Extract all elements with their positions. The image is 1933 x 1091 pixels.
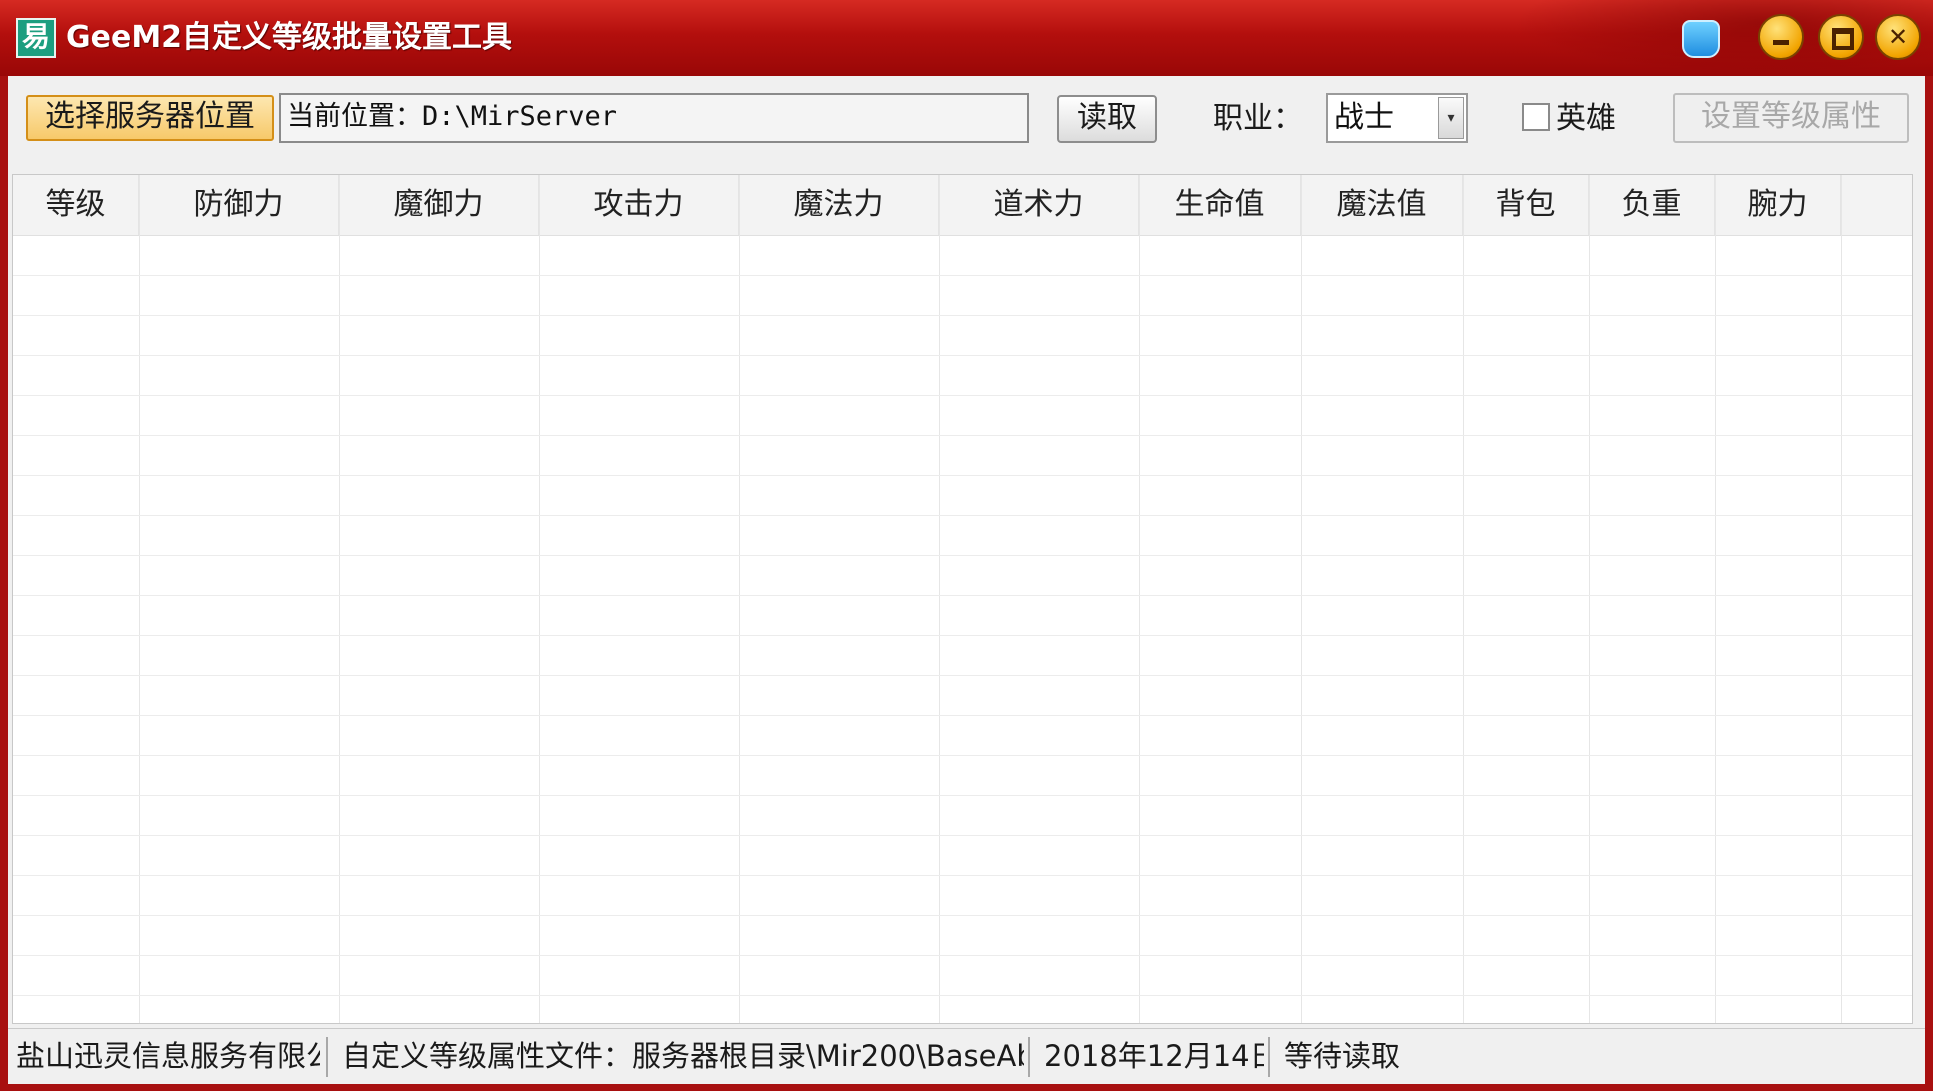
grid-column-line — [939, 175, 940, 1023]
select-server-location-button[interactable]: 选择服务器位置 — [26, 95, 274, 141]
window-title: GeeM2自定义等级批量设置工具 — [66, 20, 513, 55]
grid-row-line — [13, 795, 1912, 796]
grid-column-line — [1301, 175, 1302, 1023]
grid-column-line — [1841, 175, 1842, 1023]
status-file-info: 自定义等级属性文件：服务器根目录\Mir200\BaseAbil.ini — [342, 1039, 1024, 1073]
main-window: 易 GeeM2自定义等级批量设置工具 选择服务器位置 当前位置：D:\MirSe… — [0, 0, 1933, 1091]
column-header[interactable]: 负重 — [1589, 175, 1715, 235]
grid-header-row: 等级 防御力 魔御力 攻击力 魔法力 道术力 生命值 魔法值 背包 负重 腕力 — [13, 175, 1912, 236]
column-header[interactable]: 魔御力 — [339, 175, 539, 235]
column-header[interactable]: 道术力 — [939, 175, 1139, 235]
grid-body: 等级 防御力 魔御力 攻击力 魔法力 道术力 生命值 魔法值 背包 负重 腕力 — [13, 175, 1912, 1023]
job-select-value: 战士 — [1334, 100, 1394, 135]
skin-icon[interactable] — [1682, 20, 1720, 58]
grid-row-line — [13, 915, 1912, 916]
grid-row-line — [13, 675, 1912, 676]
grid-column-line — [1589, 175, 1590, 1023]
grid-row-line — [13, 755, 1912, 756]
title-bar[interactable]: 易 GeeM2自定义等级批量设置工具 — [0, 0, 1933, 76]
grid-row-line — [13, 835, 1912, 836]
hero-checkbox[interactable] — [1522, 103, 1550, 131]
close-icon[interactable] — [1875, 14, 1921, 60]
status-divider — [1028, 1037, 1030, 1077]
column-header[interactable]: 防御力 — [139, 175, 339, 235]
status-date: 2018年12月14日 — [1044, 1039, 1264, 1073]
grid-row-line — [13, 715, 1912, 716]
job-label: 职业： — [1213, 101, 1303, 136]
read-button[interactable]: 读取 — [1057, 95, 1157, 143]
grid-column-line — [139, 175, 140, 1023]
chevron-down-icon[interactable]: ▾ — [1438, 97, 1464, 139]
grid-row-line — [13, 555, 1912, 556]
toolbar: 选择服务器位置 当前位置：D:\MirServer 读取 职业： 战士 ▾ 英雄… — [8, 76, 1925, 170]
grid-row-line — [13, 635, 1912, 636]
grid-row-line — [13, 315, 1912, 316]
grid-column-line — [739, 175, 740, 1023]
column-header[interactable]: 攻击力 — [539, 175, 739, 235]
grid-row-line — [13, 995, 1912, 996]
grid-column-line — [1715, 175, 1716, 1023]
grid-column-line — [1139, 175, 1140, 1023]
grid-row-line — [13, 475, 1912, 476]
grid-row-line — [13, 275, 1912, 276]
grid-row-line — [13, 515, 1912, 516]
column-header[interactable]: 魔法值 — [1301, 175, 1463, 235]
status-state: 等待读取 — [1284, 1039, 1401, 1073]
column-header[interactable]: 等级 — [13, 175, 139, 235]
grid-row-line — [13, 595, 1912, 596]
column-header[interactable]: 生命值 — [1139, 175, 1301, 235]
grid-row-line — [13, 955, 1912, 956]
level-attributes-grid[interactable]: 等级 防御力 魔御力 攻击力 魔法力 道术力 生命值 魔法值 背包 负重 腕力 — [12, 174, 1913, 1024]
column-header[interactable]: 腕力 — [1715, 175, 1841, 235]
column-header[interactable]: 魔法力 — [739, 175, 939, 235]
hero-checkbox-label[interactable]: 英雄 — [1556, 96, 1616, 142]
status-company: 盐山迅灵信息服务有限公司 — [16, 1039, 320, 1073]
grid-row-line — [13, 875, 1912, 876]
client-area: 选择服务器位置 当前位置：D:\MirServer 读取 职业： 战士 ▾ 英雄… — [8, 76, 1925, 1084]
grid-row-line — [13, 395, 1912, 396]
grid-column-line — [539, 175, 540, 1023]
column-header[interactable]: 背包 — [1463, 175, 1589, 235]
grid-column-line — [339, 175, 340, 1023]
current-path-field[interactable]: 当前位置：D:\MirServer — [279, 93, 1029, 143]
set-level-attributes-button[interactable]: 设置等级属性 — [1673, 93, 1909, 143]
job-select[interactable]: 战士 ▾ — [1326, 93, 1468, 143]
app-logo-icon: 易 — [16, 18, 56, 58]
status-bar: 盐山迅灵信息服务有限公司 自定义等级属性文件：服务器根目录\Mir200\Bas… — [8, 1028, 1925, 1084]
grid-column-line — [1463, 175, 1464, 1023]
status-divider — [326, 1037, 328, 1077]
maximize-icon[interactable] — [1818, 14, 1864, 60]
minimize-icon[interactable] — [1758, 14, 1804, 60]
grid-row-line — [13, 435, 1912, 436]
grid-row-line — [13, 355, 1912, 356]
status-divider — [1268, 1037, 1270, 1077]
